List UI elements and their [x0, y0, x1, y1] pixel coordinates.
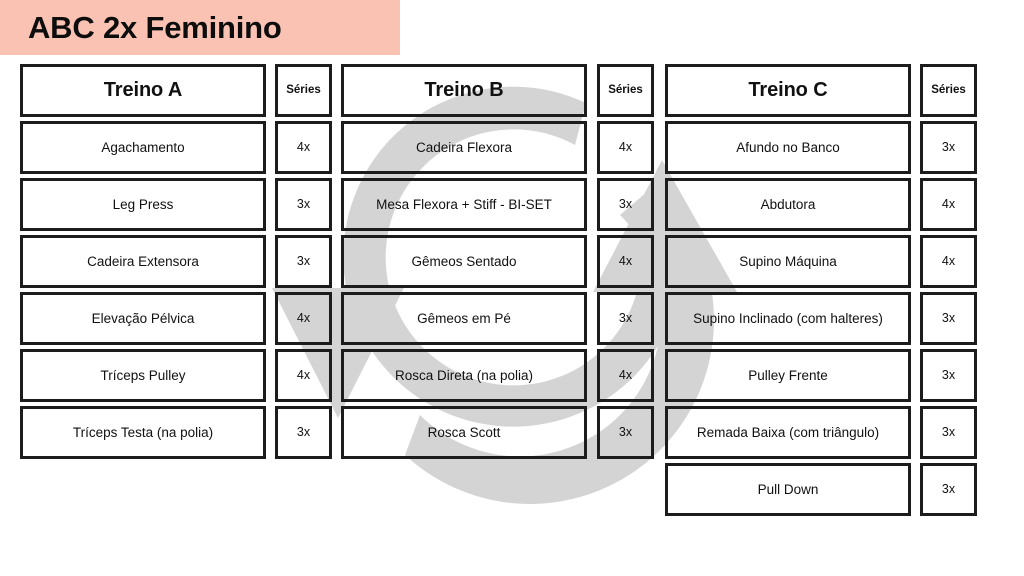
sets-cell: 4x	[275, 292, 332, 345]
column-header-treino-c: Treino C	[665, 64, 911, 117]
exercise-cell: Pull Down	[665, 463, 911, 516]
workout-plan-page: ABC 2x Feminino Treino A Agachamento Leg…	[0, 0, 1024, 576]
column-treino-b-exercises: Treino B Cadeira Flexora Mesa Flexora + …	[341, 64, 587, 463]
exercise-cell: Agachamento	[20, 121, 266, 174]
sets-cell: 3x	[275, 235, 332, 288]
sets-cell: 3x	[920, 121, 977, 174]
exercise-cell: Remada Baixa (com triângulo)	[665, 406, 911, 459]
sets-cell: 4x	[275, 349, 332, 402]
sets-cell: 4x	[920, 178, 977, 231]
exercise-cell: Rosca Direta (na polia)	[341, 349, 587, 402]
exercise-cell: Tríceps Testa (na polia)	[20, 406, 266, 459]
sets-cell: 4x	[597, 235, 654, 288]
exercise-cell: Supino Máquina	[665, 235, 911, 288]
exercise-cell: Abdutora	[665, 178, 911, 231]
sets-cell: 4x	[920, 235, 977, 288]
sets-cell: 3x	[275, 178, 332, 231]
exercise-cell: Tríceps Pulley	[20, 349, 266, 402]
sets-cell: 3x	[275, 406, 332, 459]
sets-cell: 3x	[920, 349, 977, 402]
sets-cell: 4x	[597, 349, 654, 402]
sets-cell: 3x	[597, 292, 654, 345]
workout-table: Treino A Agachamento Leg Press Cadeira E…	[0, 0, 1024, 576]
column-treino-a-sets: Séries 4x 3x 3x 4x 4x 3x	[275, 64, 332, 463]
column-header-series-c: Séries	[920, 64, 977, 117]
exercise-cell: Supino Inclinado (com halteres)	[665, 292, 911, 345]
column-header-series-a: Séries	[275, 64, 332, 117]
sets-cell: 3x	[597, 406, 654, 459]
exercise-cell: Cadeira Flexora	[341, 121, 587, 174]
exercise-cell: Gêmeos Sentado	[341, 235, 587, 288]
exercise-cell: Cadeira Extensora	[20, 235, 266, 288]
column-treino-a-exercises: Treino A Agachamento Leg Press Cadeira E…	[20, 64, 266, 463]
column-header-treino-b: Treino B	[341, 64, 587, 117]
column-treino-c-sets: Séries 3x 4x 4x 3x 3x 3x 3x	[920, 64, 977, 520]
exercise-cell: Afundo no Banco	[665, 121, 911, 174]
exercise-cell: Gêmeos em Pé	[341, 292, 587, 345]
exercise-cell: Rosca Scott	[341, 406, 587, 459]
exercise-cell: Leg Press	[20, 178, 266, 231]
exercise-cell: Pulley Frente	[665, 349, 911, 402]
sets-cell: 4x	[597, 121, 654, 174]
sets-cell: 3x	[920, 406, 977, 459]
sets-cell: 3x	[920, 292, 977, 345]
sets-cell: 3x	[597, 178, 654, 231]
exercise-cell: Mesa Flexora + Stiff - BI-SET	[341, 178, 587, 231]
sets-cell: 3x	[920, 463, 977, 516]
column-header-treino-a: Treino A	[20, 64, 266, 117]
column-treino-c-exercises: Treino C Afundo no Banco Abdutora Supino…	[665, 64, 911, 520]
exercise-cell: Elevação Pélvica	[20, 292, 266, 345]
sets-cell: 4x	[275, 121, 332, 174]
column-treino-b-sets: Séries 4x 3x 4x 3x 4x 3x	[597, 64, 654, 463]
column-header-series-b: Séries	[597, 64, 654, 117]
